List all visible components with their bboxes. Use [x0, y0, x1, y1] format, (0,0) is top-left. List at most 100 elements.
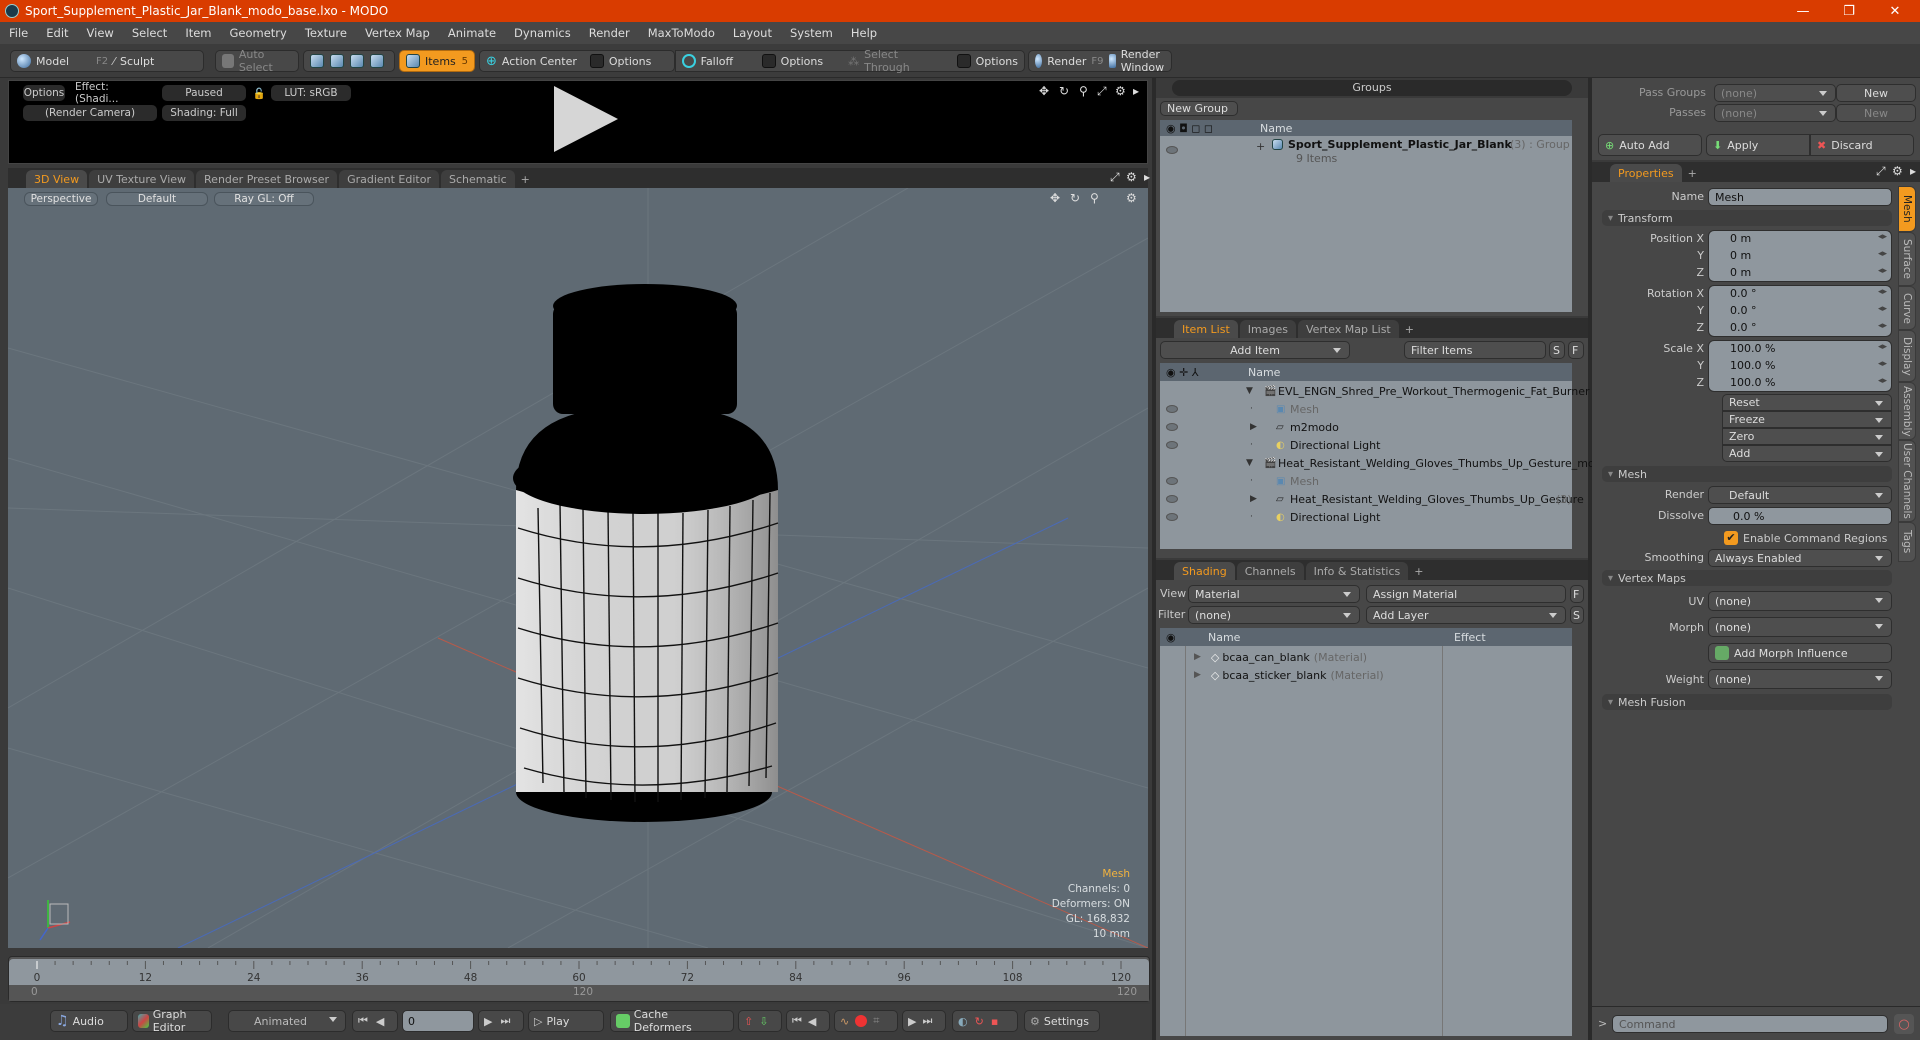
- expand-icon[interactable]: ▶: [1250, 422, 1257, 432]
- menu-geometry[interactable]: Geometry: [221, 26, 296, 40]
- prev-key-icon[interactable]: ⏮: [792, 1014, 802, 1028]
- enable-command-regions-checkbox[interactable]: ✔: [1724, 531, 1738, 545]
- new-group-button[interactable]: New Group: [1160, 101, 1238, 116]
- eye-icon[interactable]: [1166, 405, 1178, 413]
- play-preview-icon[interactable]: [554, 86, 618, 152]
- gear-icon[interactable]: ⚙: [1126, 170, 1137, 184]
- new-pass-button[interactable]: New: [1836, 104, 1916, 122]
- drag-arrows-icon[interactable]: ◂▸: [1878, 321, 1887, 331]
- tab-3d-view[interactable]: 3D View: [26, 170, 88, 188]
- tab-shading[interactable]: Shading: [1174, 562, 1235, 580]
- drag-arrows-icon[interactable]: ◂▸: [1878, 359, 1887, 369]
- side-tab-user-channels[interactable]: User Channels: [1898, 440, 1916, 522]
- gear-icon[interactable]: ⚙: [1126, 191, 1137, 205]
- next-key-step-icon[interactable]: ▶: [908, 1015, 916, 1028]
- item-list-row[interactable]: ▼ 🎬 EVL_ENGN_Shred_Pre_Workout_Thermogenic…: [1160, 382, 1604, 400]
- timeline-ruler[interactable]: 0 12 24 36 48 60 72 84 96 108 120: [9, 959, 1149, 985]
- pass-groups-dropdown[interactable]: (none): [1714, 84, 1836, 102]
- next-key-icon[interactable]: ⏭: [922, 1014, 932, 1028]
- vertex-maps-section-header[interactable]: Vertex Maps: [1602, 570, 1892, 586]
- action-center-options-button[interactable]: Options: [609, 55, 651, 68]
- render-dropdown[interactable]: Default: [1708, 486, 1892, 504]
- position-y-input[interactable]: 0 m: [1724, 248, 1874, 264]
- maximize-icon[interactable]: ⤢: [1876, 164, 1886, 179]
- command-history-icon[interactable]: ○: [1894, 1014, 1914, 1034]
- add-transform-dropdown[interactable]: Add: [1722, 445, 1892, 462]
- chevron-right-icon[interactable]: ▸: [1910, 164, 1916, 178]
- render-button[interactable]: Render: [1047, 55, 1086, 68]
- side-tab-assembly[interactable]: Assembly: [1898, 382, 1916, 440]
- mesh-fusion-section-header[interactable]: Mesh Fusion: [1602, 694, 1892, 710]
- assign-material-button[interactable]: Assign Material: [1366, 585, 1566, 603]
- preview-options-button[interactable]: Options: [23, 85, 65, 101]
- lut-dropdown[interactable]: LUT: sRGB: [271, 85, 351, 101]
- prev-key-step-icon[interactable]: ◀: [808, 1015, 816, 1028]
- record-icon[interactable]: [855, 1015, 868, 1027]
- eye-icon[interactable]: [1166, 513, 1178, 521]
- command-input[interactable]: Command: [1612, 1015, 1888, 1033]
- auto-add-button[interactable]: ⊕ Auto Add: [1598, 134, 1702, 156]
- mesh-section-header[interactable]: Mesh: [1602, 466, 1892, 482]
- materials-mode-icon[interactable]: [370, 54, 384, 68]
- eye-icon[interactable]: [1166, 495, 1178, 503]
- expand-icon[interactable]: ▶: [1194, 670, 1201, 680]
- animated-dropdown[interactable]: Animated: [228, 1010, 346, 1032]
- item-name-input[interactable]: Mesh: [1708, 188, 1892, 206]
- passes-dropdown[interactable]: (none): [1714, 104, 1836, 122]
- menu-dynamics[interactable]: Dynamics: [505, 26, 580, 40]
- view-dropdown[interactable]: Material: [1188, 585, 1360, 603]
- rotate-icon[interactable]: ↻: [1070, 191, 1080, 205]
- tab-item-list[interactable]: Item List: [1174, 320, 1238, 338]
- side-tab-curve[interactable]: Curve: [1898, 286, 1916, 330]
- add-tab-button[interactable]: +: [1410, 562, 1427, 580]
- eye-icon[interactable]: [1166, 423, 1178, 431]
- item-list-row[interactable]: · ◐ Directional Light: [1160, 436, 1572, 454]
- action-center-button[interactable]: Action Center: [502, 55, 577, 68]
- timeline-range-bar[interactable]: 0 120 120: [9, 985, 1149, 1001]
- ray-gl-toggle[interactable]: Ray GL: Off: [214, 192, 314, 206]
- audio-button[interactable]: ♫ Audio: [50, 1010, 128, 1032]
- minimize-button[interactable]: —: [1780, 0, 1826, 22]
- smoothing-dropdown[interactable]: Always Enabled: [1708, 549, 1892, 567]
- graph-editor-button[interactable]: Graph Editor: [132, 1008, 212, 1034]
- expand-icon[interactable]: ▼: [1246, 386, 1253, 396]
- tab-properties[interactable]: Properties: [1610, 164, 1682, 182]
- filter-s-button[interactable]: S: [1549, 341, 1565, 359]
- step-forward-icon[interactable]: ▶: [484, 1015, 492, 1028]
- chevron-right-icon[interactable]: ▸: [1133, 84, 1139, 98]
- gear-icon[interactable]: ⚙: [1892, 164, 1903, 178]
- cache-deformers-button[interactable]: Cache Deformers: [610, 1008, 734, 1034]
- record-options-icon[interactable]: ▪: [991, 1015, 998, 1028]
- drag-arrows-icon[interactable]: ◂▸: [1878, 304, 1887, 314]
- pan-icon[interactable]: ✥: [1039, 84, 1049, 98]
- close-button[interactable]: ✕: [1872, 0, 1918, 22]
- side-tab-surface[interactable]: Surface: [1898, 232, 1916, 286]
- menu-maxtomodo[interactable]: MaxToModo: [639, 26, 724, 40]
- apply-button[interactable]: ⬇ Apply: [1706, 134, 1810, 156]
- scale-z-input[interactable]: 100.0 %: [1724, 375, 1874, 391]
- freeze-dropdown[interactable]: Freeze: [1722, 411, 1892, 428]
- loop-record-icon[interactable]: ↻: [975, 1015, 984, 1028]
- tab-info-statistics[interactable]: Info & Statistics: [1305, 562, 1409, 580]
- key-filter-icon[interactable]: ⌗: [873, 1014, 879, 1028]
- tab-images[interactable]: Images: [1239, 320, 1296, 338]
- expand-icon[interactable]: ▼: [1246, 458, 1253, 468]
- preview-paused-button[interactable]: Paused: [162, 85, 246, 101]
- tab-render-preset-browser[interactable]: Render Preset Browser: [196, 170, 338, 188]
- rotate-icon[interactable]: ↻: [1059, 84, 1069, 98]
- add-tab-button[interactable]: +: [517, 170, 534, 188]
- menu-vertex-map[interactable]: Vertex Map: [356, 26, 439, 40]
- timeline[interactable]: 0 12 24 36 48 60 72 84 96 108 120 0 120 120: [8, 956, 1150, 1002]
- side-tab-mesh[interactable]: Mesh: [1898, 186, 1916, 232]
- preview-effect-dropdown[interactable]: Effect: (Shadi...: [69, 81, 149, 105]
- render-window-button[interactable]: Render Window: [1121, 48, 1165, 74]
- menu-help[interactable]: Help: [842, 26, 886, 40]
- scale-y-input[interactable]: 100.0 %: [1724, 358, 1874, 374]
- zoom-icon[interactable]: ⚲: [1090, 191, 1099, 205]
- drag-arrows-icon[interactable]: ◂▸: [1878, 376, 1887, 386]
- menu-view[interactable]: View: [78, 26, 123, 40]
- maximize-icon[interactable]: ⤢: [1097, 84, 1107, 99]
- edges-mode-icon[interactable]: [330, 54, 344, 68]
- transform-section-header[interactable]: Transform: [1602, 210, 1892, 226]
- tab-uv-texture-view[interactable]: UV Texture View: [89, 170, 195, 188]
